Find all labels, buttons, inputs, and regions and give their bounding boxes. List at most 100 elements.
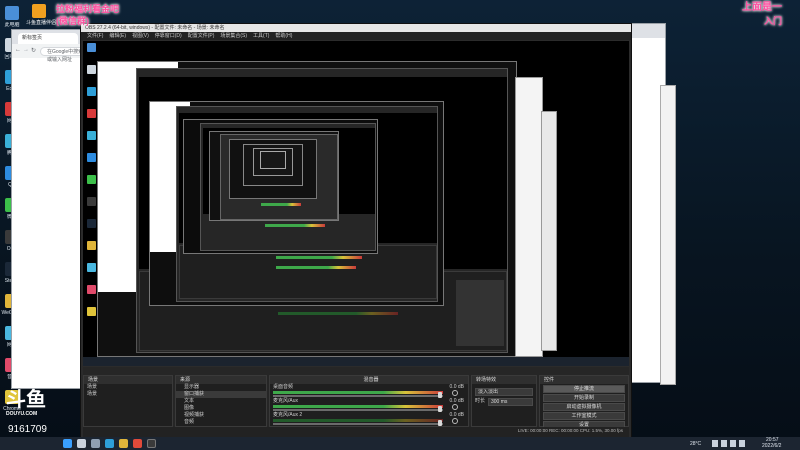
browser-window-right-2	[660, 85, 676, 385]
overlay-streamer-sub: 入门	[764, 16, 783, 26]
scenes-dock: 场景 场景 场景	[83, 375, 173, 427]
preview-desktop-icon	[87, 175, 96, 184]
scenes-header: 场景	[84, 376, 172, 384]
preview-desktop-icon	[87, 43, 96, 52]
controls-header: 控件	[540, 376, 628, 384]
windows-taskbar: 28°C 20:57 2022/6/2	[0, 437, 800, 450]
mixer-volume-slider[interactable]	[273, 409, 443, 411]
overlay-promo-line2: (微信群)	[56, 16, 89, 26]
source-item[interactable]: 音频	[176, 419, 266, 426]
edge-taskbar-icon[interactable]	[105, 439, 114, 448]
obs-menu-bar: 文件(F) 编辑(E) 视图(V) 停靠窗口(D) 配置文件(P) 场景集合(S) 工具(T…	[81, 32, 631, 40]
obs-menu-item[interactable]: 工具(T)	[253, 33, 269, 39]
chrome-taskbar-icon[interactable]	[133, 439, 142, 448]
scene-item[interactable]: 场景	[84, 391, 172, 398]
mixer-channel-name: 麦克风/Aux	[273, 398, 299, 404]
preview-browser-right-2	[541, 111, 557, 351]
preview-desktop-icon	[87, 153, 96, 162]
obs-docks: 场景 场景 场景 来源 显示器 窗口捕获 文本 图像 视频捕获 音频 混音器 桌面音频 0.…	[83, 367, 629, 438]
explorer-taskbar-icon[interactable]	[119, 439, 128, 448]
duration-input[interactable]: 300 ms	[488, 398, 533, 406]
tray-icons	[712, 440, 756, 447]
preview-desktop-icon	[87, 109, 96, 118]
reload-icon[interactable]: ↻	[31, 47, 36, 54]
nested-meter-2a	[276, 256, 362, 259]
preview-desktop-icon	[87, 65, 96, 74]
obs-taskbar-icon[interactable]	[147, 439, 156, 448]
obs-menu-item[interactable]: 场景集合(S)	[220, 33, 247, 39]
browser-tab[interactable]: 新标签页	[18, 33, 78, 44]
source-item[interactable]: 图像	[176, 405, 266, 412]
control-button[interactable]: 开始录制	[543, 394, 625, 402]
nested-meter-4	[261, 203, 301, 206]
control-button[interactable]: 工作室模式	[543, 412, 625, 420]
preview-desktop-icon	[87, 285, 96, 294]
mixer-channel: 麦克风/Aux 2 0.0 dB	[270, 412, 468, 426]
source-item-label: 图像	[184, 405, 195, 411]
mixer-level-meter	[273, 419, 443, 422]
source-item-label: 音频	[184, 419, 195, 425]
overlay-streamer-name: 上面是一	[742, 2, 782, 13]
obs-menu-item[interactable]: 帮助(H)	[275, 33, 292, 39]
mixer-channel: 麦克风/Aux 0.0 dB	[270, 398, 468, 412]
obs-menu-item[interactable]: 编辑(E)	[109, 33, 126, 39]
app-icon	[5, 6, 19, 20]
search-icon[interactable]	[77, 439, 86, 448]
preview-desktop-icon	[87, 241, 96, 250]
obs-menu-item[interactable]: 视图(V)	[132, 33, 149, 39]
desktop-icon-label: 此电脑	[4, 22, 20, 28]
source-item[interactable]: 窗口捕获	[176, 391, 266, 398]
overlay-promo-line1: 拉粉福利看金吧	[56, 4, 120, 14]
douyu-app-icon[interactable]	[32, 4, 46, 18]
preview-desktop-icon	[87, 219, 96, 228]
mixer-volume-slider[interactable]	[273, 423, 443, 425]
obs-menu-item[interactable]: 停靠窗口(D)	[155, 33, 182, 39]
start-icon[interactable]	[63, 439, 72, 448]
preview-desktop-icon	[87, 263, 96, 272]
douyu-app-label: 斗鱼直播伴侣	[26, 20, 57, 26]
mixer-volume-knob[interactable]	[438, 420, 442, 426]
taskview-icon[interactable]	[91, 439, 100, 448]
gear-icon[interactable]	[452, 418, 458, 424]
preview-desktop-icon	[87, 87, 96, 96]
transitions-header: 转场特效	[472, 376, 536, 384]
douyu-logo-sub: DOUYU.COM	[6, 411, 38, 417]
sources-list: 显示器 窗口捕获 文本 图像 视频捕获 音频	[176, 384, 266, 426]
mixer-channel-name: 桌面音频	[273, 384, 294, 390]
obs-window[interactable]: OBS 27.2.4 (64-bit, windows) - 配置文件: 未命名…	[80, 23, 632, 438]
mixer-dock: 混音器 桌面音频 0.0 dB 麦克风/Aux 0.0 dB 麦克风/Aux 2 0.0 …	[269, 375, 469, 427]
mixer-channel: 桌面音频 0.0 dB	[270, 384, 468, 398]
duration-label: 时长	[475, 398, 486, 404]
nested-meter-1c	[278, 312, 398, 315]
source-item-label: 显示器	[184, 384, 200, 390]
source-item[interactable]: 显示器	[176, 384, 266, 391]
nested-meter-2b	[276, 266, 356, 269]
preview-desktop-icon	[87, 131, 96, 140]
control-button[interactable]: 停止推流	[543, 385, 625, 393]
forward-icon[interactable]: →	[23, 47, 29, 53]
gear-icon[interactable]	[452, 404, 458, 410]
mixer-level-meter	[273, 391, 443, 394]
sources-dock: 来源 显示器 窗口捕获 文本 图像 视频捕获 音频	[175, 375, 267, 427]
clock-date[interactable]: 2022/6/2	[762, 443, 781, 449]
nested-controls-1	[456, 280, 504, 346]
control-button[interactable]: 启动虚拟摄像机	[543, 403, 625, 411]
preview-browser-right	[515, 77, 543, 357]
nested-screen-8	[260, 151, 286, 169]
obs-preview[interactable]	[83, 41, 629, 366]
gear-icon[interactable]	[452, 390, 458, 396]
mixer-volume-slider[interactable]	[273, 395, 443, 397]
source-item[interactable]: 文本	[176, 398, 266, 405]
weather-text: 28°C	[690, 441, 702, 447]
source-item[interactable]: 视频捕获	[176, 412, 266, 419]
back-icon[interactable]: ←	[15, 47, 21, 53]
mixer-header: 混音器	[270, 376, 468, 384]
mixer-list: 桌面音频 0.0 dB 麦克风/Aux 0.0 dB 麦克风/Aux 2 0.0 dB	[270, 384, 468, 426]
source-item-label: 文本	[184, 398, 195, 404]
scene-item[interactable]: 场景	[84, 384, 172, 391]
obs-menu-item[interactable]: 文件(F)	[87, 33, 103, 39]
transition-select[interactable]: 淡入淡出	[475, 388, 533, 396]
transitions-dock: 转场特效 淡入淡出 时长 300 ms	[471, 375, 537, 427]
room-id: 9161709	[8, 424, 47, 435]
obs-menu-item[interactable]: 配置文件(P)	[188, 33, 215, 39]
